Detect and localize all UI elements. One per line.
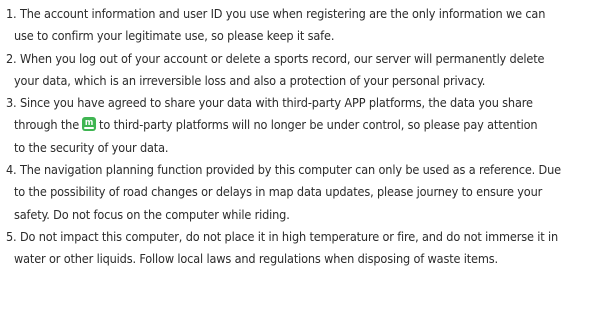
notice-item-3-line-3: to the security of your data. [14, 139, 169, 155]
notice-item-1-line-1: 1. The account information and user ID y… [6, 6, 546, 21]
notice-item-1-line-2: use to confirm your legitimate use, so p… [14, 28, 335, 44]
notice-item-3-line-2-before-logo: through the [14, 117, 80, 133]
notice-item-2: 2. When you log out of your account or d… [6, 48, 589, 93]
notice-item-5: 5. Do not impact this computer, do not p… [6, 226, 589, 271]
notice-item-4-line-3: safety. Do not focus on the computer whi… [14, 206, 290, 222]
notice-item-3-line-1: 3. Since you have agreed to share your d… [6, 95, 533, 111]
notice-item-3: 3. Since you have agreed to share your d… [6, 92, 589, 159]
notice-item-4-line-2: to the possibility of road changes or de… [14, 184, 543, 200]
notice-item-3-line-2: through the m to third-party platforms wil… [6, 114, 589, 136]
notice-item-4-line-1: 4. The navigation planning function prov… [6, 162, 561, 178]
app-logo-underline [84, 127, 95, 130]
notice-item-3-line-2-after-logo: to third-party platforms will no longer … [99, 117, 538, 133]
notice-list: 1. The account information and user ID y… [0, 0, 593, 313]
notice-item-2-line-2: your data, which is an irreversible loss… [14, 72, 486, 88]
notice-item-5-line-2: water or other liquids. Follow local law… [14, 251, 498, 267]
notice-item-4: 4. The navigation planning function prov… [6, 159, 589, 226]
notice-item-1: 1. The account information and user ID y… [6, 3, 589, 48]
notice-item-5-line-1: 5. Do not impact this computer, do not p… [6, 228, 559, 244]
app-logo-icon: m [82, 117, 97, 132]
notice-item-2-line-1: 2. When you log out of your account or d… [6, 50, 545, 66]
